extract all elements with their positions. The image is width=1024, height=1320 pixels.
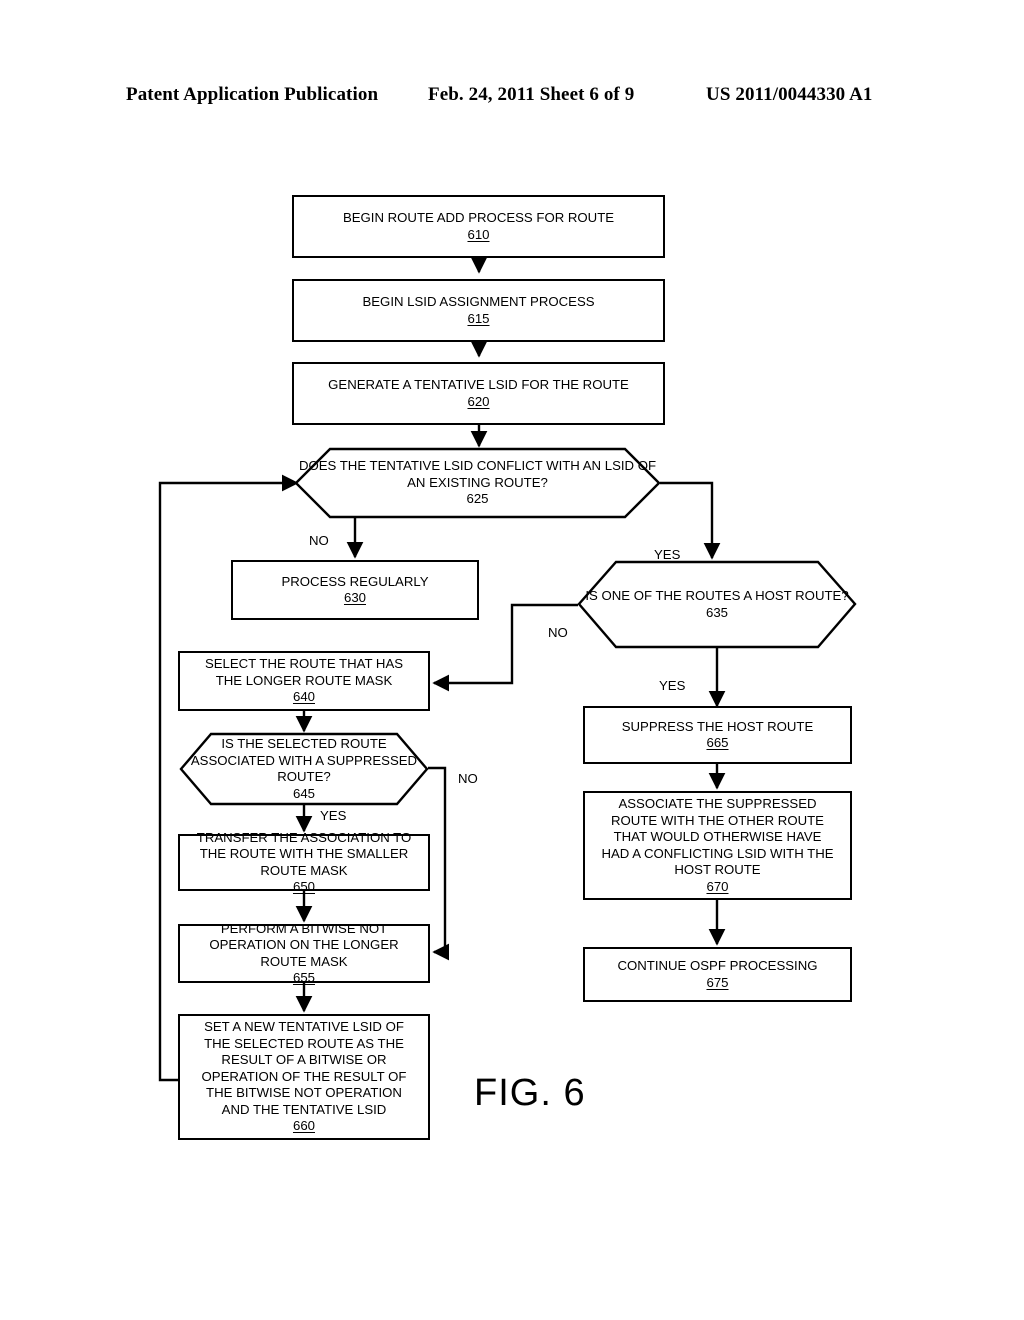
node-635-ref: 635 — [705, 604, 728, 620]
node-650-ref: 650 — [292, 879, 315, 894]
node-645-decision-associated-suppressed-route: IS THE SELECTED ROUTE ASSOCIATED WITH A … — [179, 732, 429, 806]
node-625-text: DOES THE TENTATIVE LSID CONFLICT WITH AN… — [298, 458, 657, 490]
node-630-process-regularly: PROCESS REGULARLY 630 — [231, 560, 479, 620]
node-650-text: TRANSFER THE ASSOCIATION TO THE ROUTE WI… — [196, 829, 412, 878]
node-635-decision-host-route: IS ONE OF THE ROUTES A HOST ROUTE? 635 — [577, 560, 857, 649]
node-640-select-longer-route-mask: SELECT THE ROUTE THAT HAS THE LONGER ROU… — [178, 651, 430, 711]
node-670-text: ASSOCIATE THE SUPPRESSED ROUTE WITH THE … — [601, 796, 834, 877]
node-655-text: PERFORM A BITWISE NOT OPERATION ON THE L… — [209, 920, 399, 969]
node-625-ref: 625 — [466, 491, 489, 507]
node-620-text: GENERATE A TENTATIVE LSID FOR THE ROUTE — [328, 377, 629, 392]
node-640-text: SELECT THE ROUTE THAT HAS THE LONGER ROU… — [204, 656, 404, 688]
node-645-ref: 645 — [292, 785, 315, 801]
node-655-line: PERFORM A BITWISE NOT OPERATION ON THE L… — [209, 921, 398, 987]
node-620-ref: 620 — [467, 393, 490, 409]
node-610-begin-route-add-process: BEGIN ROUTE ADD PROCESS FOR ROUTE 610 — [292, 195, 665, 258]
figure-caption: FIG. 6 — [474, 1072, 586, 1114]
node-645-text: IS THE SELECTED ROUTE ASSOCIATED WITH A … — [190, 736, 418, 784]
node-660-set-new-tentative-lsid: SET A NEW TENTATIVE LSID OF THE SELECTED… — [178, 1014, 430, 1140]
node-625-label: DOES THE TENTATIVE LSID CONFLICT WITH AN… — [295, 448, 660, 518]
node-635-label: IS ONE OF THE ROUTES A HOST ROUTE? 635 — [578, 561, 856, 648]
edge-label-635-no: NO — [548, 625, 568, 640]
node-650-transfer-association: TRANSFER THE ASSOCIATION TO THE ROUTE WI… — [178, 830, 430, 894]
node-615-ref: 615 — [467, 310, 490, 326]
node-655-ref: 655 — [292, 970, 315, 985]
node-610-ref: 610 — [467, 226, 490, 242]
node-670-associate-suppressed-route: ASSOCIATE THE SUPPRESSED ROUTE WITH THE … — [583, 791, 852, 900]
node-610-text: BEGIN ROUTE ADD PROCESS FOR ROUTE — [342, 210, 615, 225]
node-665-text: SUPPRESS THE HOST ROUTE — [621, 718, 814, 734]
node-675-text: CONTINUE OSPF PROCESSING — [617, 958, 818, 973]
node-675-ref: 675 — [706, 974, 729, 990]
node-630-ref: 630 — [343, 590, 366, 605]
node-665-suppress-host-route: SUPPRESS THE HOST ROUTE 665 — [583, 706, 852, 764]
node-635-text: IS ONE OF THE ROUTES A HOST ROUTE? — [585, 588, 849, 603]
edge-label-625-yes: YES — [654, 547, 681, 562]
node-640-ref: 640 — [292, 689, 315, 705]
node-630-text: PROCESS REGULARLY — [281, 573, 429, 589]
node-655-perform-bitwise-not: PERFORM A BITWISE NOT OPERATION ON THE L… — [178, 921, 430, 985]
edge-645-655-no — [428, 766, 450, 961]
node-665-ref: 665 — [706, 735, 729, 750]
edge-label-625-no: NO — [309, 533, 329, 548]
edge-label-645-yes: YES — [320, 808, 347, 823]
node-660-text: SET A NEW TENTATIVE LSID OF THE SELECTED… — [201, 1019, 407, 1117]
node-615-begin-lsid-assignment: BEGIN LSID ASSIGNMENT PROCESS 615 — [292, 279, 665, 342]
node-675-continue-ospf-processing: CONTINUE OSPF PROCESSING 675 — [583, 947, 852, 1002]
node-615-text: BEGIN LSID ASSIGNMENT PROCESS — [362, 294, 595, 309]
flowchart-figure: BEGIN ROUTE ADD PROCESS FOR ROUTE 610 BE… — [0, 0, 1024, 1320]
node-670-ref: 670 — [706, 878, 729, 894]
node-625-decision-lsid-conflict: DOES THE TENTATIVE LSID CONFLICT WITH AN… — [294, 447, 661, 519]
node-660-ref: 660 — [292, 1118, 315, 1134]
edge-label-635-yes: YES — [659, 678, 686, 693]
node-645-label: IS THE SELECTED ROUTE ASSOCIATED WITH A … — [180, 733, 428, 805]
node-620-generate-tentative-lsid: GENERATE A TENTATIVE LSID FOR THE ROUTE … — [292, 362, 665, 425]
edge-label-645-no: NO — [458, 771, 478, 786]
node-650-line: TRANSFER THE ASSOCIATION TO THE ROUTE WI… — [197, 830, 411, 896]
